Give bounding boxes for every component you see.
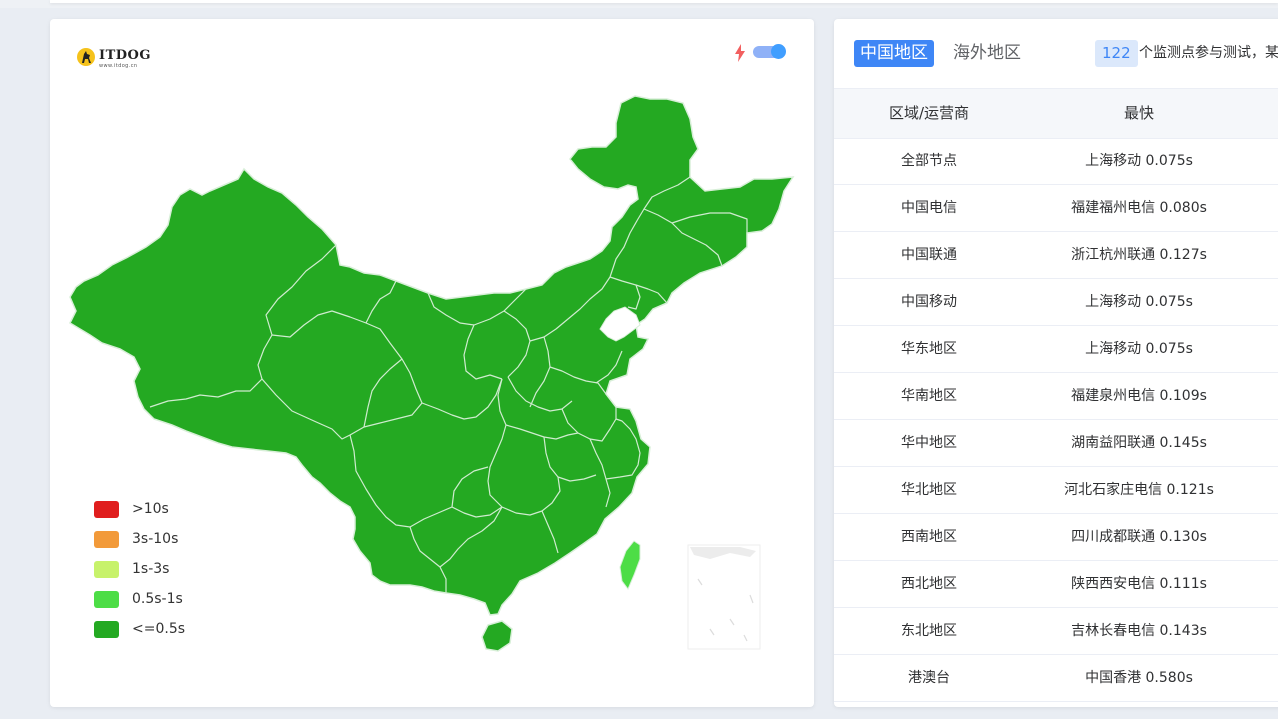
cell-fastest: 四川成都联通 0.130s bbox=[1071, 529, 1207, 545]
header-fastest[interactable]: 最快 bbox=[1024, 89, 1254, 138]
legend-label: <=0.5s bbox=[132, 621, 186, 637]
cell-fastest: 陕西西安电信 0.111s bbox=[1071, 576, 1207, 592]
cell-region: 西南地区 bbox=[901, 529, 957, 545]
cell-region: 中国移动 bbox=[901, 294, 957, 310]
cell-region: 中国联通 bbox=[901, 247, 957, 263]
table-body: 全部节点 上海移动 0.075s 中国电信 福建福州电信 0.080s 中国联通 浙江杭州… bbox=[834, 138, 1278, 702]
cell-fastest: 中国香港 0.580s bbox=[1085, 670, 1193, 686]
table-row[interactable]: 华东地区 上海移动 0.075s bbox=[834, 326, 1278, 373]
legend-swatch bbox=[94, 501, 119, 518]
legend-swatch bbox=[94, 621, 119, 638]
table-row[interactable]: 全部节点 上海移动 0.075s bbox=[834, 138, 1278, 185]
tab-overseas[interactable]: 海外地区 bbox=[947, 40, 1027, 67]
cell-fastest: 吉林长春电信 0.143s bbox=[1071, 623, 1207, 639]
table-row[interactable]: 华南地区 福建泉州电信 0.109s bbox=[834, 373, 1278, 420]
cell-fastest: 河北石家庄电信 0.121s bbox=[1064, 482, 1214, 498]
probe-count-text: 个监测点参与测试，某 bbox=[1139, 45, 1278, 61]
table-row[interactable]: 中国联通 浙江杭州联通 0.127s bbox=[834, 232, 1278, 279]
table-row[interactable]: 华中地区 湖南益阳联通 0.145s bbox=[834, 420, 1278, 467]
results-card: 中国地区 海外地区 122 个监测点参与测试，某 区域/运营商 最快 全部节点上… bbox=[834, 19, 1278, 707]
legend-item: <=0.5s bbox=[94, 620, 234, 640]
map-taiwan[interactable] bbox=[619, 540, 641, 590]
tab-china[interactable]: 中国地区 bbox=[854, 40, 934, 67]
probe-count-badge: 122 bbox=[1095, 40, 1138, 67]
cell-region: 中国电信 bbox=[901, 200, 957, 216]
map-card: ITDOG www.itdog.cn >10s 3s-10s 1s-3s 0.5… bbox=[50, 19, 814, 707]
legend-swatch bbox=[94, 531, 119, 548]
previous-card-edge bbox=[50, 0, 1278, 3]
cell-region: 港澳台 bbox=[908, 670, 950, 686]
table-row[interactable]: 中国移动 上海移动 0.075s bbox=[834, 279, 1278, 326]
cell-region: 西北地区 bbox=[901, 576, 957, 592]
header-region[interactable]: 区域/运营商 bbox=[834, 89, 1024, 138]
cell-region: 华南地区 bbox=[901, 388, 957, 404]
table-row[interactable]: 华北地区 河北石家庄电信 0.121s bbox=[834, 467, 1278, 514]
table-header: 区域/运营商 最快 bbox=[834, 88, 1278, 139]
legend-label: 0.5s-1s bbox=[132, 591, 183, 607]
legend-label: >10s bbox=[132, 501, 169, 517]
cell-fastest: 福建泉州电信 0.109s bbox=[1071, 388, 1207, 404]
table-row[interactable]: 东北地区 吉林长春电信 0.143s bbox=[834, 608, 1278, 655]
legend-swatch bbox=[94, 591, 119, 608]
cell-region: 华东地区 bbox=[901, 341, 957, 357]
cell-fastest: 湖南益阳联通 0.145s bbox=[1071, 435, 1207, 451]
legend-swatch bbox=[94, 561, 119, 578]
cell-fastest: 上海移动 0.075s bbox=[1085, 153, 1193, 169]
cell-region: 华北地区 bbox=[901, 482, 957, 498]
table-row[interactable]: 中国电信 福建福州电信 0.080s bbox=[834, 185, 1278, 232]
table-row[interactable]: 港澳台 中国香港 0.580s bbox=[834, 655, 1278, 702]
cell-fastest: 上海移动 0.075s bbox=[1085, 341, 1193, 357]
cell-fastest: 浙江杭州联通 0.127s bbox=[1071, 247, 1207, 263]
legend-item: 1s-3s bbox=[94, 560, 234, 580]
legend-item: 3s-10s bbox=[94, 530, 234, 550]
cell-fastest: 福建福州电信 0.080s bbox=[1071, 200, 1207, 216]
legend-label: 3s-10s bbox=[132, 531, 179, 547]
cell-region: 全部节点 bbox=[901, 153, 957, 169]
legend-label: 1s-3s bbox=[132, 561, 170, 577]
cell-region: 东北地区 bbox=[901, 623, 957, 639]
cell-region: 华中地区 bbox=[901, 435, 957, 451]
legend-item: 0.5s-1s bbox=[94, 590, 234, 610]
table-row[interactable]: 西南地区 四川成都联通 0.130s bbox=[834, 514, 1278, 561]
map-hainan[interactable] bbox=[481, 620, 513, 652]
south-china-sea-inset bbox=[687, 544, 761, 650]
table-row[interactable]: 西北地区 陕西西安电信 0.111s bbox=[834, 561, 1278, 608]
top-strip bbox=[0, 0, 1278, 8]
legend-item: >10s bbox=[94, 500, 234, 520]
cell-fastest: 上海移动 0.075s bbox=[1085, 294, 1193, 310]
